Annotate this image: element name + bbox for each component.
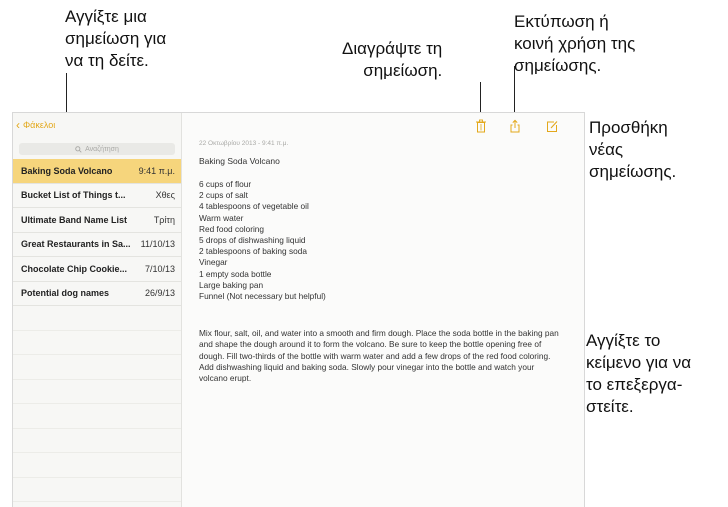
note-body-paragraph[interactable]: Mix flour, salt, oil, and water into a s… <box>199 328 559 384</box>
list-item[interactable]: Ultimate Band Name List Τρίτη <box>13 208 181 233</box>
note-title: Baking Soda Volcano <box>21 165 113 176</box>
note-date: 11/10/13 <box>140 239 175 250</box>
note-title: Potential dog names <box>21 288 110 299</box>
list-item[interactable]: Bucket List of Things t... Χθες <box>13 184 181 208</box>
list-item[interactable]: Great Restaurants in Sa... 11/10/13 <box>13 233 181 257</box>
search-placeholder: Αναζήτηση <box>85 145 119 153</box>
empty-list-row <box>13 453 181 478</box>
callout-delete-note: Διαγράψτε τη σημείωση. <box>342 39 443 80</box>
notes-app-screen: ‹ Φάκελοι Αναζήτηση Baking Soda Volcano … <box>12 112 585 507</box>
empty-list-row <box>13 306 181 331</box>
note-editor[interactable]: 22 Οκτωβρίου 2013 - 9:41 π.μ. Baking Sod… <box>182 113 584 507</box>
empty-list-row <box>13 380 181 404</box>
list-item[interactable]: Chocolate Chip Cookie... 7/10/13 <box>13 257 181 282</box>
ingredient-list[interactable]: 6 cups of flour 2 cups of salt 4 tablesp… <box>199 179 326 302</box>
note-title: Chocolate Chip Cookie... <box>21 263 128 274</box>
ingredient-line: 1 empty soda bottle <box>199 268 272 279</box>
ingredient-line: Funnel (Not necessary but helpful) <box>199 291 326 302</box>
note-date: Χθες <box>155 190 175 201</box>
compose-icon[interactable] <box>546 119 558 133</box>
note-date: 9:41 π.μ. <box>138 165 175 176</box>
leader-line-delete <box>480 82 481 115</box>
ingredient-line: Warm water <box>199 212 244 223</box>
trash-icon[interactable] <box>475 119 487 133</box>
callout-new-note: Προσθήκη νέας σημείωσης. <box>589 118 677 181</box>
list-item[interactable]: Potential dog names 26/9/13 <box>13 282 181 306</box>
note-title: Great Restaurants in Sa... <box>21 239 131 250</box>
notes-list: Baking Soda Volcano 9:41 π.μ. Bucket Lis… <box>13 159 181 502</box>
leader-line-share <box>514 66 515 116</box>
search-icon <box>75 145 82 153</box>
search-input[interactable]: Αναζήτηση <box>19 143 175 155</box>
ingredient-line: Red food coloring <box>199 223 265 234</box>
ingredient-line: 6 cups of flour <box>199 179 252 189</box>
ingredient-line: Large baking pan <box>199 279 264 290</box>
ingredient-line: 2 tablespoons of baking soda <box>199 246 307 257</box>
ingredient-line: 4 tablespoons of vegetable oil <box>199 201 309 212</box>
note-title: Bucket List of Things t... <box>21 190 126 201</box>
note-timestamp: 22 Οκτωβρίου 2013 - 9:41 π.μ. <box>199 140 289 147</box>
chevron-left-icon: ‹ <box>16 118 20 132</box>
list-item[interactable]: Baking Soda Volcano 9:41 π.μ. <box>13 159 181 184</box>
callout-edit-text: Αγγίξτε το κείμενο για να το επεξεργα- σ… <box>586 331 692 416</box>
note-heading[interactable]: Baking Soda Volcano <box>199 156 280 166</box>
empty-list-row <box>13 355 181 380</box>
ingredient-line: 5 drops of dishwashing liquid <box>199 235 306 246</box>
folders-back-button[interactable]: ‹ Φάκελοι <box>16 118 56 132</box>
empty-list-row <box>13 429 181 453</box>
empty-list-row <box>13 478 181 502</box>
folders-back-label: Φάκελοι <box>23 120 56 130</box>
ingredient-line: 2 cups of salt <box>199 190 248 201</box>
notes-sidebar: ‹ Φάκελοι Αναζήτηση Baking Soda Volcano … <box>13 113 182 507</box>
callout-view-note: Αγγίξτε μια σημείωση για να τη δείτε. <box>65 7 167 70</box>
note-date: Τρίτη <box>153 214 175 225</box>
callout-print-share: Εκτύπωση ή κοινή χρήση της σημείωσης. <box>514 12 636 75</box>
share-icon[interactable] <box>509 119 521 133</box>
ingredient-line: Vinegar <box>199 257 228 268</box>
note-title: Ultimate Band Name List <box>21 214 128 225</box>
note-date: 26/9/13 <box>144 288 175 299</box>
note-date: 7/10/13 <box>144 263 175 274</box>
empty-list-row <box>13 331 181 355</box>
empty-list-row <box>13 404 181 429</box>
